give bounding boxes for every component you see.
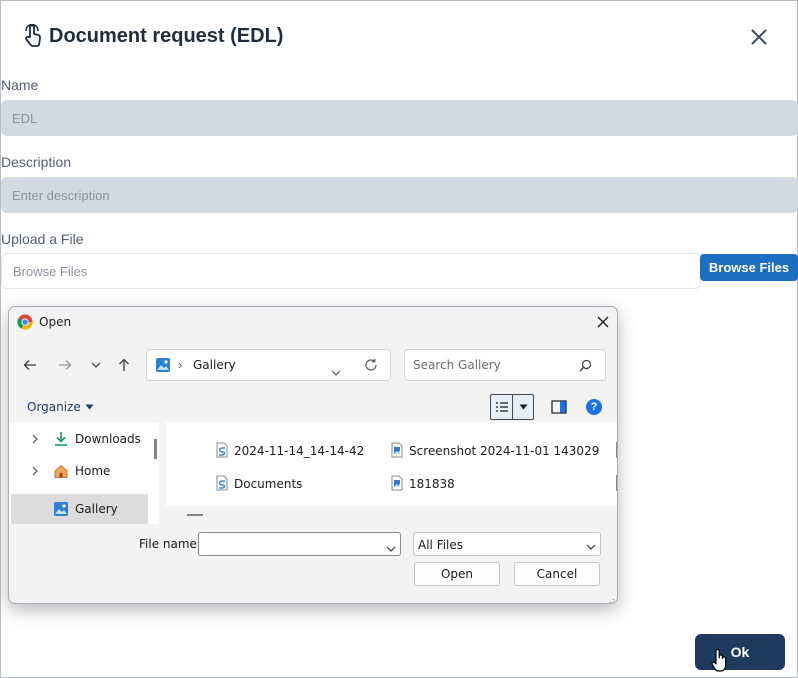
navigation-pane: Downloads Home Gallery [9, 422, 159, 524]
open-button[interactable]: Open [414, 562, 500, 586]
file-name: 181838 [409, 477, 455, 491]
dialog-titlebar: Open [9, 307, 617, 337]
arrow-right-icon[interactable] [58, 359, 72, 371]
file-type-value: All Files [418, 538, 464, 552]
address-bar[interactable]: › Gallery [146, 349, 391, 381]
breadcrumb-separator: › [178, 357, 183, 372]
file-name: Screenshot 2024-11-01 143029 [409, 444, 600, 458]
file-name: Documents [234, 477, 303, 491]
file-item[interactable]: 2024-11-14_14-14-42 [216, 440, 364, 462]
description-field[interactable]: Enter description [1, 177, 798, 213]
chevron-right-icon[interactable] [25, 434, 45, 444]
close-icon[interactable] [751, 29, 767, 45]
ok-button[interactable]: Ok [695, 634, 785, 670]
nav-item-downloads[interactable]: Downloads [11, 424, 148, 454]
file-item[interactable]: Screenshot 2024-11-01 143029 [391, 440, 599, 462]
refresh-icon[interactable] [364, 358, 378, 377]
nav-scrollbar[interactable] [154, 439, 157, 459]
chevron-down-icon[interactable] [91, 362, 101, 368]
files-pane: 2024-11-14_14-14-42 Screenshot 2024-11-0… [166, 422, 617, 506]
arrow-up-icon[interactable] [118, 358, 130, 372]
arrow-left-icon[interactable] [23, 359, 37, 371]
file-item[interactable]: Documents [216, 473, 302, 495]
chevron-down-icon[interactable] [386, 539, 396, 557]
dialog-title: Open [39, 315, 72, 329]
dialog-close-button[interactable] [595, 314, 611, 330]
upload-label: Upload a File [1, 231, 84, 247]
nav-item-gallery[interactable]: Gallery [11, 494, 148, 524]
name-label: Name [1, 77, 39, 93]
nav-item-label: Gallery [75, 502, 118, 516]
modal-title: Document request (EDL) [49, 24, 284, 47]
browse-files-button[interactable]: Browse Files [700, 254, 798, 281]
preview-pane-button[interactable] [550, 398, 568, 416]
search-input[interactable]: Search Gallery [404, 349, 606, 381]
upload-file-field[interactable]: Browse Files [1, 253, 701, 289]
document-icon [216, 475, 228, 494]
chrome-icon [17, 314, 33, 335]
hand-pointer-icon [23, 24, 43, 48]
home-icon [51, 463, 71, 479]
download-icon [51, 431, 71, 447]
image-file-icon [391, 475, 403, 494]
chevron-down-icon[interactable] [586, 539, 596, 553]
search-icon[interactable] [579, 359, 592, 377]
caret-down-icon [85, 404, 94, 410]
chevron-right-icon[interactable] [25, 466, 45, 476]
up-button[interactable] [113, 355, 135, 375]
nav-item-home[interactable]: Home [11, 456, 148, 486]
file-name: 2024-11-14_14-14-42 [234, 444, 365, 458]
back-button[interactable] [19, 355, 41, 375]
view-options-button[interactable] [490, 394, 534, 420]
image-file-icon [391, 442, 403, 461]
files-scrollbar[interactable] [187, 514, 203, 516]
file-name-label: File name: [139, 537, 201, 551]
organize-menu[interactable]: Organize [27, 400, 94, 414]
cancel-button[interactable]: Cancel [514, 562, 600, 586]
organize-label: Organize [27, 400, 81, 414]
caret-down-icon[interactable] [512, 395, 533, 419]
file-item-partial[interactable] [616, 475, 617, 491]
name-field[interactable]: EDL [1, 100, 798, 136]
details-view-icon[interactable] [491, 395, 512, 419]
nav-item-label: Downloads [75, 432, 141, 446]
preview-pane-icon[interactable] [551, 400, 567, 414]
file-item[interactable]: 181838 [391, 473, 455, 495]
file-name-input[interactable] [198, 532, 401, 556]
document-icon [216, 442, 228, 461]
recent-locations-button[interactable] [85, 355, 107, 375]
resize-grip-icon[interactable] [606, 594, 615, 603]
nav-item-label: Home [75, 464, 111, 478]
close-icon[interactable] [597, 316, 609, 328]
description-label: Description [1, 154, 72, 170]
gallery-icon [155, 357, 171, 378]
breadcrumb-location[interactable]: Gallery [193, 358, 236, 372]
file-type-select[interactable]: All Files [413, 532, 601, 556]
hand-cursor-icon [711, 647, 729, 678]
forward-button[interactable] [54, 355, 76, 375]
modal-header: Document request (EDL) [23, 21, 283, 51]
close-button[interactable] [745, 23, 773, 51]
file-item-partial[interactable] [616, 442, 617, 458]
search-placeholder: Search Gallery [413, 358, 501, 372]
open-file-dialog: Open › Gallery Search Gallery Organize ?… [8, 306, 618, 604]
gallery-icon [51, 501, 71, 517]
help-icon[interactable]: ? [586, 399, 602, 415]
chevron-down-icon[interactable] [331, 363, 341, 381]
